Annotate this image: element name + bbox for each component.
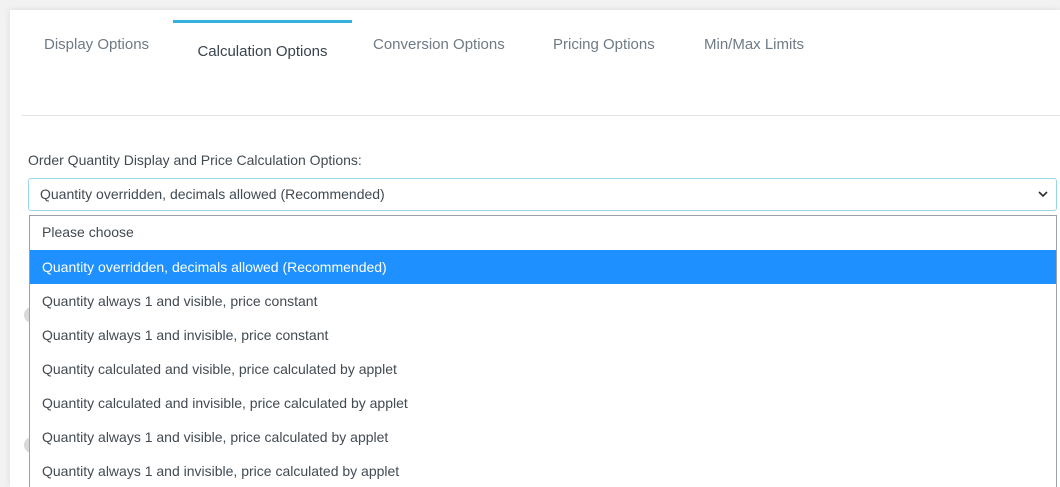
select-value: Quantity overridden, decimals allowed (R… <box>40 186 385 202</box>
tab-min-max-limits[interactable]: Min/Max Limits <box>704 20 804 70</box>
calculation-options-select[interactable]: Quantity overridden, decimals allowed (R… <box>28 178 1057 211</box>
dropdown-option[interactable]: Quantity calculated and visible, price c… <box>30 352 1056 386</box>
dropdown-option[interactable]: Quantity always 1 and invisible, price c… <box>30 454 1056 487</box>
tab-conversion-options[interactable]: Conversion Options <box>373 20 505 70</box>
tab-display-options[interactable]: Display Options <box>44 20 149 70</box>
field-label: Order Quantity Display and Price Calcula… <box>28 152 362 168</box>
dropdown-option[interactable]: Quantity always 1 and visible, price con… <box>30 284 1056 318</box>
tab-calculation-options[interactable]: Calculation Options <box>173 20 352 70</box>
dropdown-option[interactable]: Please choose <box>30 216 1056 250</box>
dropdown-option[interactable]: Quantity calculated and invisible, price… <box>30 386 1056 420</box>
options-panel: Display Options Calculation Options Conv… <box>10 10 1060 487</box>
chevron-down-icon[interactable] <box>1036 179 1050 210</box>
tab-pricing-options[interactable]: Pricing Options <box>553 20 655 70</box>
tab-bar: Display Options Calculation Options Conv… <box>10 10 1060 115</box>
dropdown-option-selected[interactable]: Quantity overridden, decimals allowed (R… <box>30 250 1056 284</box>
tab-divider <box>22 115 1060 116</box>
dropdown-list: Please choose Quantity overridden, decim… <box>29 215 1057 487</box>
dropdown-option[interactable]: Quantity always 1 and visible, price cal… <box>30 420 1056 454</box>
dropdown-option[interactable]: Quantity always 1 and invisible, price c… <box>30 318 1056 352</box>
